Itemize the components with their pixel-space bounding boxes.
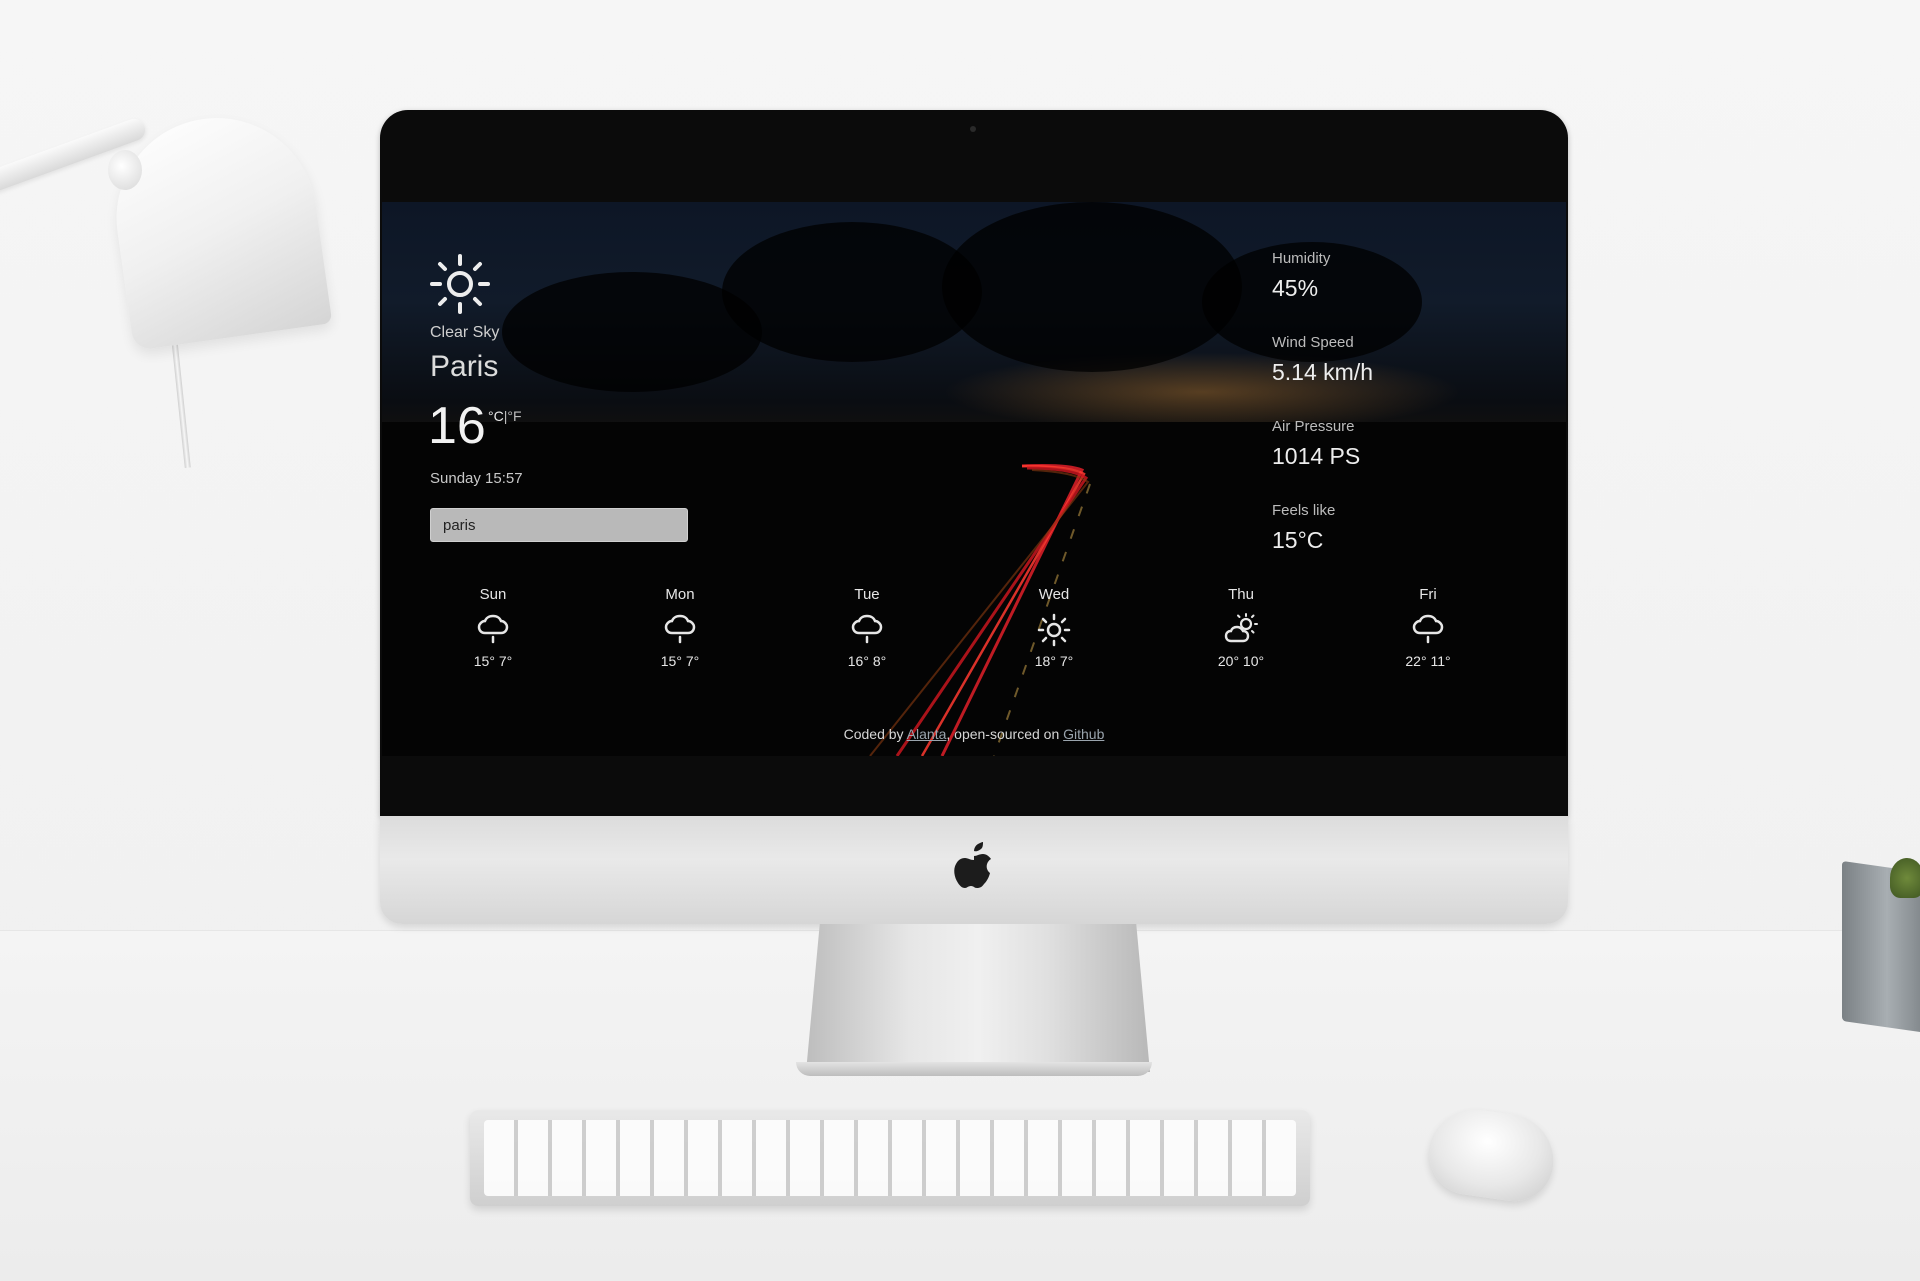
forecast-day-name: Fri [1419,586,1437,603]
forecast-day-name: Sun [479,586,507,603]
footer-middle: , open-sourced on [946,726,1064,742]
stat-humidity: Humidity 45% [1272,250,1373,302]
plant [1890,858,1920,898]
unit-toggle: °C|°F [488,408,522,424]
forecast-temp-range: 15° 7° [473,653,513,669]
current-temperature: 16 [428,397,486,455]
stat-value: 5.14 km/h [1272,359,1373,385]
fahrenheit-toggle[interactable]: °F [507,408,521,424]
celsius-toggle[interactable]: °C [488,408,504,424]
monitor-stand-base [796,1062,1152,1076]
stat-label: Wind Speed [1272,334,1354,351]
github-link[interactable]: Github [1063,726,1104,742]
forecast-day: Mon 15° 7° [635,586,725,669]
stat-label: Air Pressure [1272,418,1355,435]
keyboard [470,1110,1310,1206]
forecast-day: Tue 16° 8° [822,586,912,669]
forecast-day: Thu 20° 10° [1196,586,1286,669]
forecast-day-name: Wed [1038,586,1070,603]
city-search-input[interactable] [430,508,688,542]
lamp-joint [108,150,142,190]
forecast-day-name: Tue [854,586,880,603]
camera-dot [970,126,976,132]
forecast-day: Wed 18° 7° [1009,586,1099,669]
forecast-temp-range: 20° 10° [1217,653,1265,669]
weather-app-screen: Clear Sky Paris 16 °C|°F Sunday 15:57 Hu… [382,202,1566,756]
rain-icon [1412,614,1444,644]
monitor-stand [806,924,1150,1072]
rain-icon [851,614,883,644]
stat-feels-like: Feels like 15°C [1272,502,1373,554]
stat-air-pressure: Air Pressure 1014 PS [1272,418,1373,470]
sun-icon [1037,613,1071,647]
rain-icon [477,614,509,644]
sun-icon [430,254,490,314]
stat-label: Feels like [1272,502,1336,519]
lamp-rod [171,338,191,468]
forecast-day-name: Thu [1228,586,1254,603]
forecast-temp-range: 18° 7° [1034,653,1074,669]
stat-value: 1014 PS [1272,443,1361,469]
stat-wind-speed: Wind Speed 5.14 km/h [1272,334,1373,386]
stat-value: 15°C [1272,527,1324,553]
partly-cloudy-icon [1224,613,1258,643]
forecast-temp-range: 15° 7° [660,653,700,669]
weather-overlay: Clear Sky Paris 16 °C|°F Sunday 15:57 Hu… [382,202,1566,756]
forecast-day: Fri 22° 11° [1383,586,1473,669]
weather-stats: Humidity 45% Wind Speed 5.14 km/h Air Pr… [1272,250,1373,586]
lamp-shade [103,105,333,351]
apple-logo-icon [954,842,991,888]
rain-icon [664,614,696,644]
city-name: Paris [430,350,499,383]
forecast-temp-range: 16° 8° [847,653,887,669]
current-condition: Clear Sky [430,324,500,341]
stat-label: Humidity [1272,250,1331,267]
author-link[interactable]: Alanta [907,726,947,742]
current-datetime: Sunday 15:57 [430,470,523,487]
footer-credit: Coded by Alanta, open-sourced on Github [382,726,1566,742]
forecast-day: Sun 15° 7° [448,586,538,669]
keyboard-keys [484,1120,1296,1196]
footer-prefix: Coded by [843,726,907,742]
stat-value: 45% [1272,275,1319,301]
forecast-temp-range: 22° 11° [1405,653,1451,669]
forecast-day-name: Mon [665,586,695,603]
